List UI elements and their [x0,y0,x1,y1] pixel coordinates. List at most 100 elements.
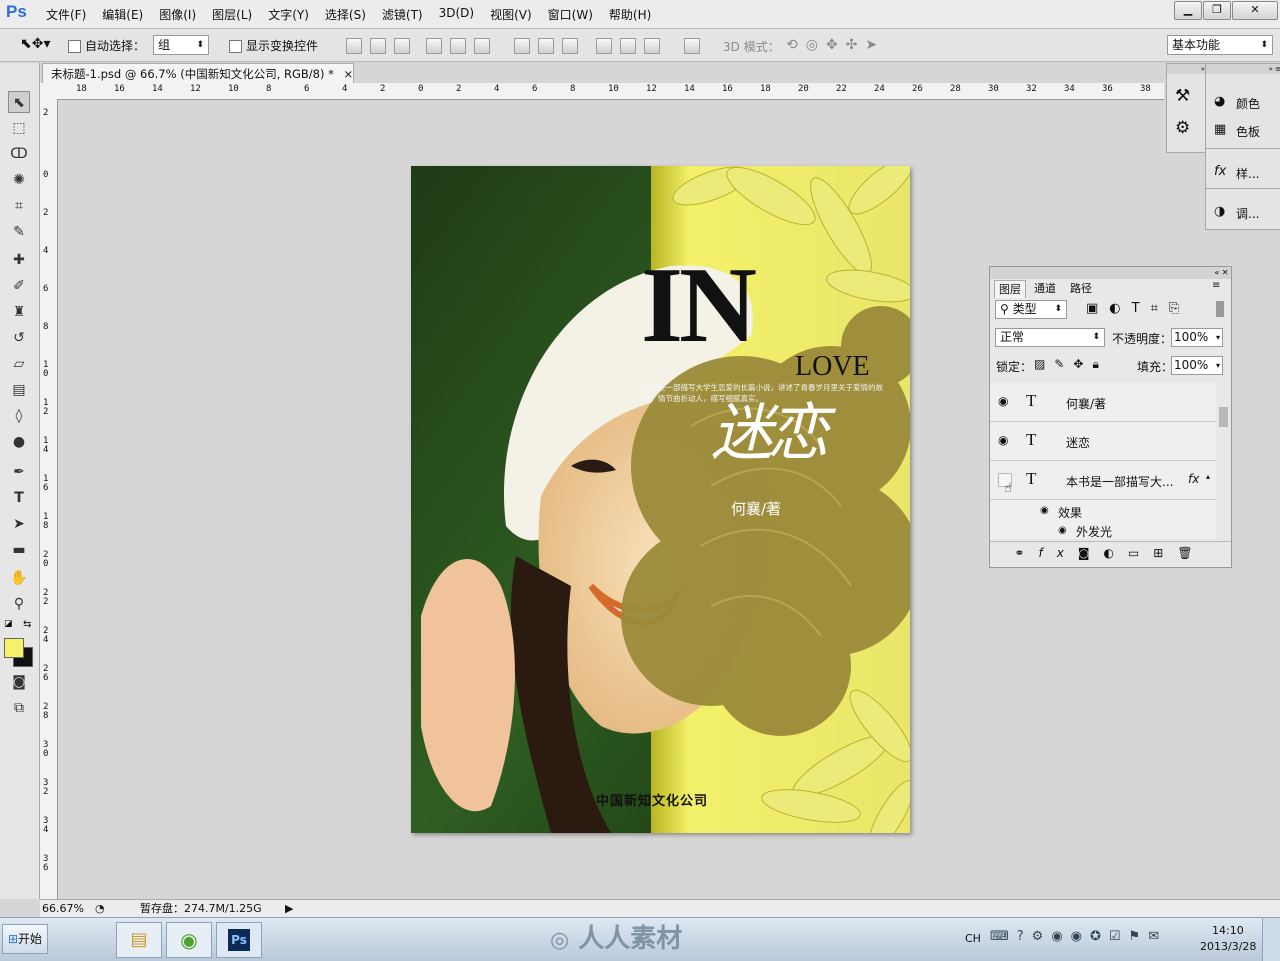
effect-eye-icon[interactable]: ◉ [1040,505,1049,516]
explorer-taskbar-icon[interactable]: ▤ [116,922,162,958]
align-vcenter-icon[interactable] [370,38,386,54]
distribute-bottom-icon[interactable] [562,38,578,54]
panel-header-bar[interactable]: « ✕ [990,267,1231,279]
blend-mode-select[interactable]: 正常 ⬍ [995,328,1105,347]
show-transform-checkbox[interactable] [229,40,242,53]
align-top-icon[interactable] [346,38,362,54]
color-panel-label[interactable]: 颜色 [1236,95,1260,112]
vertical-ruler[interactable]: 2 0 2 4 6 8 10 12 14 16 18 20 22 24 26 2… [40,99,58,899]
document-canvas[interactable]: IN LOVE 本书是一部描写大学生恋爱的长篇小说，讲述了青春岁月里关于爱情的故… [411,166,910,833]
color-panel-icon[interactable]: ◕ [1214,94,1225,109]
eyedropper-tool-icon[interactable]: ✎ [8,221,30,243]
layers-bottom-toolbar[interactable]: ⚭fx◙◐▭⊞🗑︎ [990,541,1231,564]
close-tab-icon[interactable]: × [344,67,354,81]
system-tray-icons[interactable]: ⌨?⚙◉◉✪☑⚑✉ [990,929,1167,944]
layer-list-scrollbar[interactable] [1216,383,1231,539]
dock-expand-icon[interactable]: » [1167,64,1205,74]
lock-icons[interactable]: ▨✎✥🔒︎ [1034,357,1108,372]
pen-tool-icon[interactable]: ✒ [8,461,30,483]
workspace-select[interactable]: 基本功能 ⬍ [1167,35,1273,55]
auto-align-layers-icon[interactable] [684,38,700,54]
zoom-level[interactable]: 66.67% [42,900,84,917]
visibility-eye-icon[interactable]: ◉ [998,394,1008,408]
menu-help[interactable]: 帮助(H) [609,6,659,23]
menu-layer[interactable]: 图层(L) [212,6,260,23]
move-tool-preset-icon[interactable]: ⬉✥▾ [20,36,51,52]
dodge-tool-icon[interactable]: ● [8,431,30,453]
lasso-tool-icon[interactable]: ↀ [8,143,30,165]
collapse-effects-icon[interactable]: ▴ [1206,472,1210,481]
fill-field[interactable]: 100% ▾ [1171,356,1223,375]
menu-3d[interactable]: 3D(D) [439,6,482,23]
gradient-tool-icon[interactable]: ▤ [8,379,30,401]
type-tool-icon[interactable]: T [8,487,30,509]
panel-menu-icon[interactable]: ≡ [1212,280,1220,291]
adjustments-panel-label[interactable]: 调... [1236,205,1259,222]
menu-filter[interactable]: 滤镜(T) [382,6,431,23]
auto-select-target-select[interactable]: 组 ⬍ [153,35,209,55]
distribute-top-icon[interactable] [514,38,530,54]
adjustments-panel-icon[interactable]: ◑ [1214,204,1225,219]
outer-glow-effect-label[interactable]: 外发光 [1076,523,1112,539]
layer-name[interactable]: 本书是一部描写大... [1066,473,1173,490]
tool-presets-icon[interactable]: ⚙ [1175,118,1190,138]
status-info-icon[interactable]: ◔ [95,900,105,917]
document-tab[interactable]: 未标题-1.psd @ 66.7% (中国新知文化公司, RGB/8) * × [42,63,354,83]
foreground-color-swatch[interactable] [4,638,24,658]
styles-panel-icon[interactable]: fx [1214,164,1226,179]
layer-fx-icon[interactable]: fx [1188,472,1199,486]
healing-brush-tool-icon[interactable]: ✚ [8,249,30,271]
menu-view[interactable]: 视图(V) [490,6,540,23]
distribute-hcenter-icon[interactable] [620,38,636,54]
layer-filter-select[interactable]: ⚲ 类型 ⬍ [995,300,1067,319]
distribute-left-icon[interactable] [596,38,612,54]
eraser-tool-icon[interactable]: ▱ [8,353,30,375]
close-window-button[interactable]: ✕ [1232,1,1278,20]
layer-row[interactable]: ◉ T 迷恋 [990,422,1216,461]
browser-taskbar-icon[interactable]: ◉ [166,922,212,958]
blur-tool-icon[interactable]: ◊ [8,405,30,427]
brush-presets-icon[interactable]: ⚒ [1175,86,1190,106]
default-colors-icon[interactable]: ◪ [4,619,13,629]
menu-image[interactable]: 图像(I) [159,6,204,23]
swatches-panel-label[interactable]: 色板 [1236,123,1260,140]
styles-panel-label[interactable]: 样... [1236,165,1259,182]
brush-tool-icon[interactable]: ✐ [8,275,30,297]
history-brush-tool-icon[interactable]: ↺ [8,327,30,349]
menu-type[interactable]: 文字(Y) [268,6,317,23]
tab-paths[interactable]: 路径 [1066,280,1096,297]
hand-tool-icon[interactable]: ✋ [8,567,30,589]
menu-edit[interactable]: 编辑(E) [102,6,151,23]
menu-select[interactable]: 选择(S) [325,6,374,23]
filter-toggle-icon[interactable] [1216,301,1224,317]
screen-mode-icon[interactable]: ⧉ [8,697,30,719]
show-desktop-button[interactable] [1262,918,1280,961]
layer-row[interactable]: ◉ T 何襄/著 [990,383,1216,422]
show-transform-toggle[interactable]: 显示变换控件 [229,37,318,54]
horizontal-ruler[interactable]: 18 16 14 12 10 8 6 4 2 0 2 4 6 8 10 12 1… [58,83,1164,100]
swap-colors-icon[interactable]: ⇆ [23,619,31,630]
tab-layers[interactable]: 图层 [994,280,1026,298]
rectangle-tool-icon[interactable]: ▬ [8,539,30,561]
distribute-vcenter-icon[interactable] [538,38,554,54]
auto-select-checkbox[interactable] [68,40,81,53]
menu-window[interactable]: 窗口(W) [548,6,601,23]
visibility-eye-icon[interactable]: ◉ [998,433,1008,447]
layer-name[interactable]: 迷恋 [1066,434,1090,451]
align-right-icon[interactable] [474,38,490,54]
marquee-tool-icon[interactable]: ⬚ [8,117,30,139]
language-indicator[interactable]: CH [965,932,981,945]
layer-name[interactable]: 何襄/著 [1066,395,1106,412]
layer-row[interactable]: ☝ T 本书是一部描写大... fx ▴ [990,461,1216,500]
minimize-button[interactable]: ▁ [1174,1,1202,20]
clock-date[interactable]: 2013/3/28 [1200,940,1256,953]
layer-filter-icons[interactable]: ▣◐T⌗⎘ [1086,301,1190,316]
effect-eye-icon[interactable]: ◉ [1058,525,1067,536]
tab-channels[interactable]: 通道 [1030,280,1060,297]
crop-tool-icon[interactable]: ⌗ [8,195,30,217]
mode-3d-icons[interactable]: ⟲◎✥✣➤ [786,37,885,53]
zoom-tool-icon[interactable]: ⚲ [8,593,30,615]
menu-file[interactable]: 文件(F) [46,6,94,23]
auto-select-toggle[interactable]: 自动选择： [68,37,145,54]
path-select-tool-icon[interactable]: ➤ [8,513,30,535]
